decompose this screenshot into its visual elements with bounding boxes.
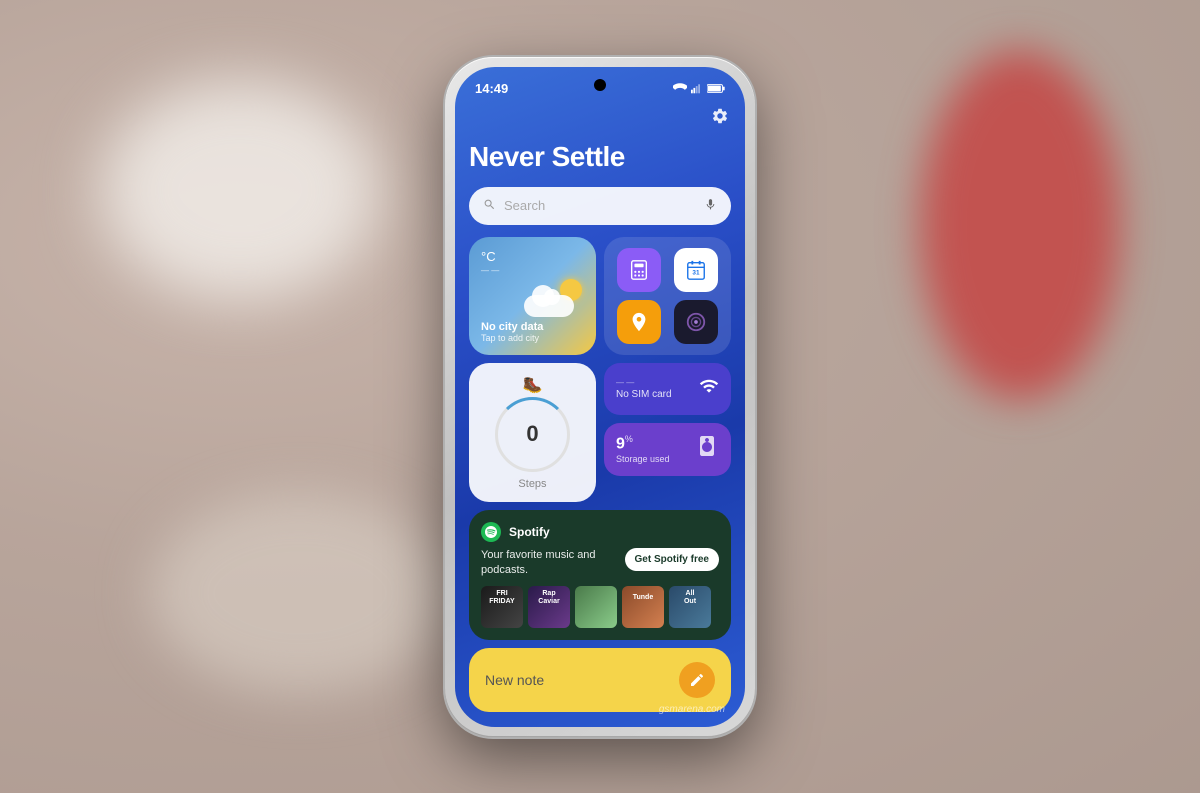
steps-label: Steps bbox=[518, 478, 546, 490]
phone-screen: 14:49 bbox=[455, 67, 745, 727]
app-icon-calendar[interactable]: 31 bbox=[674, 248, 718, 292]
weather-city: No city data bbox=[481, 321, 584, 333]
spotify-logo bbox=[481, 522, 501, 542]
storage-icon bbox=[695, 433, 719, 466]
sim-widget[interactable]: — — No SIM card bbox=[604, 363, 731, 415]
storage-widget[interactable]: 9% Storage used bbox=[604, 423, 731, 476]
status-time: 14:49 bbox=[475, 81, 508, 96]
note-edit-button[interactable] bbox=[679, 662, 715, 698]
spotify-cta-button[interactable]: Get Spotify free bbox=[625, 548, 719, 571]
spotify-app-name: Spotify bbox=[509, 525, 550, 539]
app-icon-camera[interactable] bbox=[674, 300, 718, 344]
album-3 bbox=[575, 586, 617, 628]
signal-bars-icon bbox=[699, 376, 719, 401]
steps-content: 🥾 0 Steps bbox=[495, 363, 570, 502]
weather-visual bbox=[481, 277, 584, 317]
storage-info: 9% Storage used bbox=[616, 434, 670, 463]
spotify-description: Your favorite music and podcasts. bbox=[481, 548, 617, 579]
tagline: Never Settle bbox=[469, 141, 731, 173]
storage-symbol: % bbox=[625, 434, 633, 444]
search-bar[interactable]: Search bbox=[469, 187, 731, 225]
settings-gear[interactable] bbox=[711, 107, 729, 130]
signal-icon bbox=[691, 83, 703, 94]
spotify-header: Spotify bbox=[481, 522, 719, 542]
album-4: Tunde bbox=[622, 586, 664, 628]
wifi-icon bbox=[673, 83, 687, 94]
widgets-row-1: °C — — bbox=[469, 237, 731, 355]
spotify-widget[interactable]: Spotify Your favorite music and podcasts… bbox=[469, 510, 731, 641]
mic-icon[interactable] bbox=[704, 198, 717, 214]
steps-widget[interactable]: 🥾 0 Steps bbox=[469, 363, 596, 502]
app-grid-widget[interactable]: 31 bbox=[604, 237, 731, 355]
sim-content: — — No SIM card bbox=[616, 378, 672, 400]
screen-content: Never Settle Search bbox=[455, 103, 745, 727]
status-icons bbox=[673, 83, 725, 94]
spotify-albums: FRIFRIDAY RapCaviar Tunde AllOut bbox=[481, 586, 719, 628]
svg-text:31: 31 bbox=[693, 269, 701, 276]
search-placeholder: Search bbox=[504, 198, 696, 213]
watermark: gsmarena.com bbox=[659, 704, 725, 715]
storage-label: Storage used bbox=[616, 454, 670, 464]
right-widgets: — — No SIM card bbox=[604, 363, 731, 502]
app-icon-maps[interactable] bbox=[617, 300, 661, 344]
steps-icon: 🥾 bbox=[523, 375, 543, 395]
bg-blob-white bbox=[100, 80, 380, 300]
phone-wrapper: 14:49 bbox=[445, 57, 755, 737]
storage-percent: 9 bbox=[616, 436, 625, 453]
note-label: New note bbox=[485, 672, 544, 688]
weather-tap: Tap to add city bbox=[481, 333, 584, 343]
bg-blob-red bbox=[920, 50, 1120, 400]
album-2: RapCaviar bbox=[528, 586, 570, 628]
widgets-row-2: 🥾 0 Steps — — bbox=[469, 363, 731, 502]
battery-icon bbox=[707, 83, 725, 94]
app-icon-calculator[interactable] bbox=[617, 248, 661, 292]
weather-temp: °C bbox=[481, 249, 584, 264]
phone-device: 14:49 bbox=[445, 57, 755, 737]
storage-percent-display: 9% bbox=[616, 434, 670, 453]
weather-widget[interactable]: °C — — bbox=[469, 237, 596, 355]
spotify-body: Your favorite music and podcasts. Get Sp… bbox=[481, 548, 719, 579]
camera-hole bbox=[594, 79, 606, 91]
bg-blob-light bbox=[150, 493, 450, 693]
sim-text: No SIM card bbox=[616, 389, 672, 400]
album-1: FRIFRIDAY bbox=[481, 586, 523, 628]
weather-dash: — — bbox=[481, 266, 584, 275]
sim-dash: — — bbox=[616, 378, 672, 387]
steps-circle: 0 bbox=[495, 397, 570, 472]
steps-count: 0 bbox=[526, 423, 538, 445]
album-5: AllOut bbox=[669, 586, 711, 628]
search-icon bbox=[483, 198, 496, 214]
